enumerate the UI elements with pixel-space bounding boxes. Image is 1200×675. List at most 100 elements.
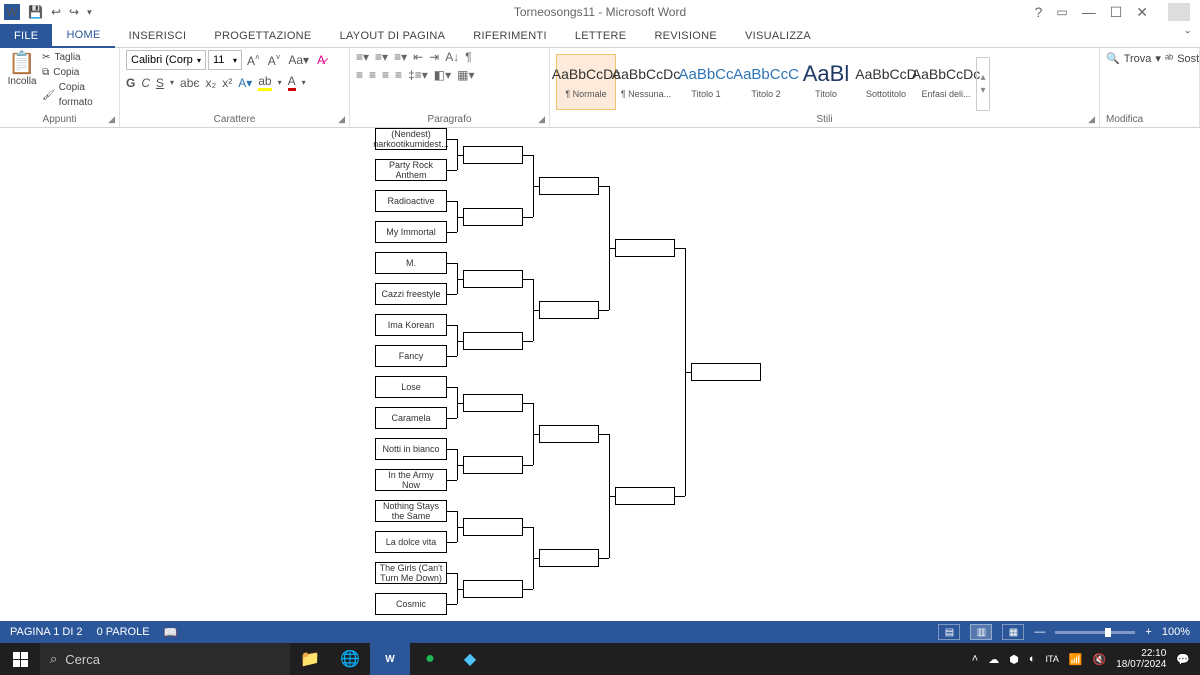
- justify-button[interactable]: ≡: [395, 68, 402, 82]
- text-effects-button[interactable]: A▾: [238, 76, 252, 90]
- font-corner-icon[interactable]: ◢: [338, 114, 345, 125]
- word-taskbar-icon[interactable]: W: [370, 643, 410, 675]
- bracket-r3-2: [539, 425, 599, 443]
- weblayout-button[interactable]: ▦: [1002, 624, 1024, 640]
- bullets-button[interactable]: ≡▾: [356, 50, 369, 64]
- close-icon[interactable]: ✕: [1136, 4, 1148, 21]
- volume-icon[interactable]: 🔇: [1093, 653, 1107, 666]
- grow-font-button[interactable]: A˄: [244, 53, 263, 68]
- subscript-button[interactable]: x₂: [206, 76, 217, 90]
- styles-more-button[interactable]: ▴▾: [976, 57, 990, 111]
- style-Titolo[interactable]: AaBlTitolo: [796, 54, 856, 110]
- notifications-icon[interactable]: 💬: [1176, 653, 1190, 666]
- style-Titolo 2[interactable]: AaBbCcCTitolo 2: [736, 54, 796, 110]
- font-name-input[interactable]: Calibri (Corp▾: [126, 50, 206, 70]
- align-right-button[interactable]: ≡: [382, 68, 389, 82]
- bracket-r2-1: [463, 208, 523, 226]
- align-center-button[interactable]: ≡: [369, 68, 376, 82]
- undo-icon[interactable]: ↩: [51, 5, 61, 19]
- find-button[interactable]: 🔍Trova ▾: [1106, 51, 1161, 66]
- help-icon[interactable]: ?: [1035, 4, 1043, 20]
- collapse-ribbon-icon[interactable]: ˇ: [1175, 28, 1200, 44]
- align-left-button[interactable]: ≡: [356, 68, 363, 82]
- app-icon[interactable]: ◆: [450, 643, 490, 675]
- tab-lettere[interactable]: LETTERE: [561, 24, 641, 48]
- shrink-font-button[interactable]: A˅: [265, 53, 284, 68]
- font-size-input[interactable]: 11▾: [208, 50, 242, 70]
- cut-button[interactable]: ✂Taglia: [42, 50, 113, 65]
- onedrive-icon[interactable]: ☁: [988, 653, 999, 666]
- document-area[interactable]: (Nendest) narkootikumidest...Party Rock …: [0, 128, 1200, 620]
- underline-button[interactable]: S: [156, 76, 164, 90]
- borders-button[interactable]: ▦▾: [457, 68, 474, 82]
- ribbon-options-icon[interactable]: ▭: [1056, 5, 1067, 19]
- tab-progettazione[interactable]: PROGETTAZIONE: [200, 24, 325, 48]
- start-button[interactable]: [0, 643, 40, 675]
- clear-format-button[interactable]: A̷: [314, 53, 328, 67]
- wifi-icon[interactable]: 📶: [1069, 653, 1083, 666]
- multilevel-button[interactable]: ≡▾: [394, 50, 407, 64]
- page-indicator[interactable]: PAGINA 1 DI 2: [10, 626, 83, 638]
- printlayout-button[interactable]: ▥: [970, 624, 992, 640]
- readmode-button[interactable]: ▤: [938, 624, 960, 640]
- indent-button[interactable]: ⇥: [429, 50, 439, 64]
- format-painter-button[interactable]: 🖌Copia formato: [42, 80, 113, 110]
- style-Enfasi deli...[interactable]: AaBbCcDcEnfasi deli...: [916, 54, 976, 110]
- explorer-icon[interactable]: 📁: [290, 643, 330, 675]
- superscript-button[interactable]: x²: [222, 76, 232, 90]
- replace-button[interactable]: ᵃᵇSostituisci: [1165, 52, 1200, 66]
- bracket-r1-10: Notti in bianco: [375, 438, 447, 460]
- tab-home[interactable]: HOME: [52, 24, 114, 48]
- zoom-out-button[interactable]: —: [1034, 626, 1045, 638]
- strike-button[interactable]: abє: [180, 76, 199, 90]
- tray-icon[interactable]: ⬢: [1009, 653, 1019, 666]
- tab-visualizza[interactable]: VISUALIZZA: [731, 24, 825, 48]
- tab-inserisci[interactable]: INSERISCI: [115, 24, 201, 48]
- copy-button[interactable]: ⧉Copia: [42, 65, 113, 80]
- redo-icon[interactable]: ↪: [69, 5, 79, 19]
- bracket-r4-1: [615, 487, 675, 505]
- pilcrow-button[interactable]: ¶: [465, 50, 471, 64]
- sort-button[interactable]: A↓: [445, 50, 459, 64]
- numbering-button[interactable]: ≡▾: [375, 50, 388, 64]
- shading-button[interactable]: ◧▾: [434, 68, 451, 82]
- paragraph-corner-icon[interactable]: ◢: [538, 114, 545, 125]
- styles-corner-icon[interactable]: ◢: [1088, 114, 1095, 125]
- spotify-icon[interactable]: ●: [410, 643, 450, 675]
- italic-button[interactable]: C: [141, 76, 150, 90]
- language-indicator[interactable]: ITA: [1045, 654, 1058, 664]
- tray-icon[interactable]: ◐: [1029, 653, 1036, 665]
- style-Sottotitolo[interactable]: AaBbCcDSottotitolo: [856, 54, 916, 110]
- clock[interactable]: 22:10 18/07/2024: [1116, 648, 1166, 670]
- scissors-icon: ✂: [42, 50, 50, 65]
- word-count[interactable]: 0 PAROLE: [97, 626, 150, 638]
- spellcheck-icon[interactable]: 📖: [164, 626, 178, 639]
- maximize-icon[interactable]: ☐: [1110, 4, 1123, 21]
- bracket-r1-0: (Nendest) narkootikumidest...: [375, 128, 447, 150]
- clipboard-corner-icon[interactable]: ◢: [108, 114, 115, 125]
- tray-up-icon[interactable]: ˄: [972, 653, 978, 665]
- tab-revisione[interactable]: REVISIONE: [640, 24, 731, 48]
- style-Titolo 1[interactable]: AaBbCcTitolo 1: [676, 54, 736, 110]
- zoom-in-button[interactable]: +: [1145, 626, 1151, 638]
- save-icon[interactable]: 💾: [28, 5, 43, 19]
- style-¶ Nessuna...[interactable]: AaBbCcDc¶ Nessuna...: [616, 54, 676, 110]
- tab-file[interactable]: FILE: [0, 24, 52, 48]
- zoom-value[interactable]: 100%: [1162, 626, 1190, 638]
- qa-more-icon[interactable]: ▾: [87, 7, 92, 18]
- zoom-slider[interactable]: [1055, 631, 1135, 634]
- line-spacing-button[interactable]: ‡≡▾: [408, 68, 428, 82]
- change-case-button[interactable]: Aa▾: [285, 53, 312, 67]
- chrome-icon[interactable]: 🌐: [330, 643, 370, 675]
- taskbar-search[interactable]: ⌕Cerca: [40, 643, 290, 675]
- highlight-button[interactable]: ab: [258, 74, 271, 91]
- minimize-icon[interactable]: —: [1082, 4, 1096, 20]
- font-color-button[interactable]: A: [288, 74, 296, 91]
- outdent-button[interactable]: ⇤: [413, 50, 423, 64]
- style-¶ Normale[interactable]: AaBbCcDc¶ Normale: [556, 54, 616, 110]
- paste-button[interactable]: 📋 Incolla: [6, 50, 38, 110]
- tab-layout[interactable]: LAYOUT DI PAGINA: [326, 24, 460, 48]
- bold-button[interactable]: G: [126, 76, 135, 90]
- user-avatar[interactable]: [1168, 3, 1190, 21]
- tab-riferimenti[interactable]: RIFERIMENTI: [459, 24, 561, 48]
